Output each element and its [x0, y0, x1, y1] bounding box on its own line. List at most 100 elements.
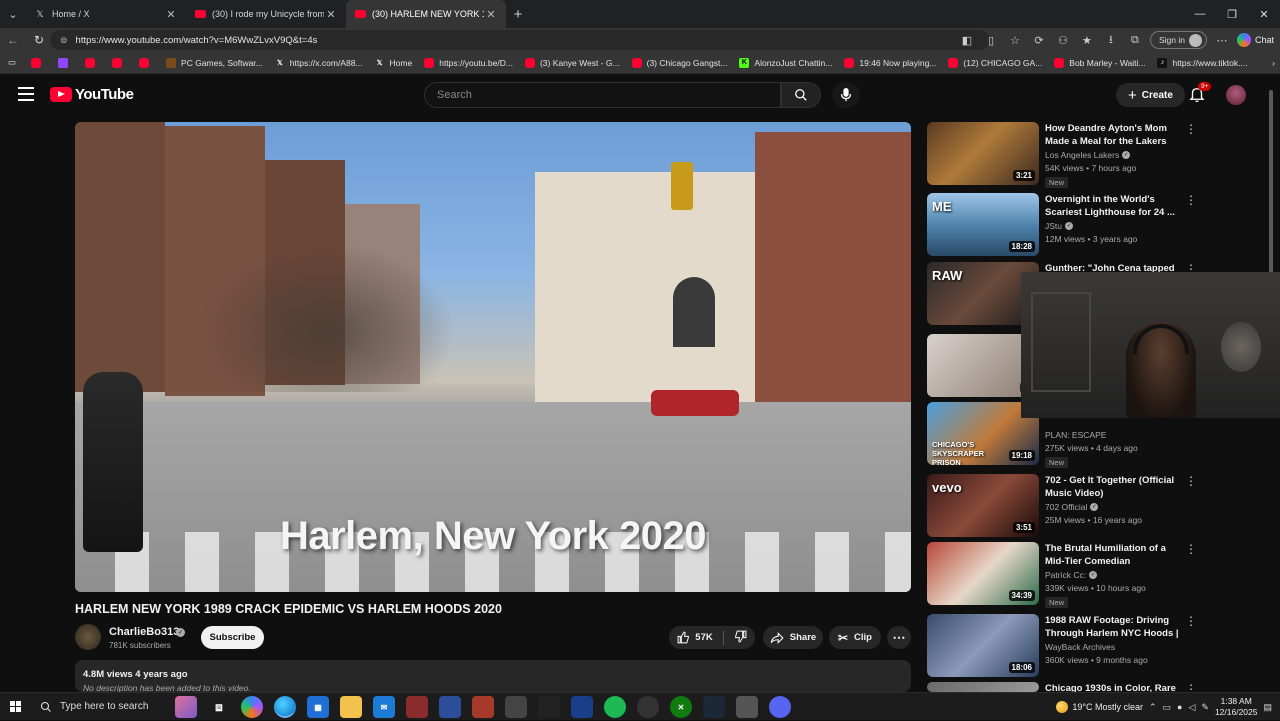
video-thumbnail[interactable]: 34:39	[927, 542, 1039, 605]
like-button[interactable]: 57K	[677, 631, 713, 644]
recommended-video-title[interactable]: Chicago 1930s in Color, Rare	[1045, 682, 1181, 692]
bookmark-item[interactable]: 𝕏 Home	[370, 54, 418, 72]
bookmark-item[interactable]: PC Games, Softwar...	[161, 54, 268, 72]
taskbar-search[interactable]: Type here to search	[30, 693, 170, 721]
more-vertical-icon[interactable]: ⋮	[1185, 194, 1197, 209]
description-box[interactable]: 4.8M views 4 years ago No description ha…	[75, 660, 911, 693]
collections-icon[interactable]: ⧉	[1126, 31, 1144, 49]
read-aloud-icon[interactable]: ◧	[958, 31, 976, 49]
new-tab-button[interactable]: +	[506, 6, 530, 23]
close-window-icon[interactable]: ✕	[1248, 0, 1280, 28]
chevron-up-icon[interactable]: ⌃	[1149, 702, 1157, 713]
bookmark-item[interactable]: https://youtu.be/D...	[419, 54, 518, 72]
recommended-video-title[interactable]: 1988 RAW Footage: Driving Through Harlem…	[1045, 614, 1181, 640]
youtube-logo[interactable]: YouTube	[50, 86, 134, 103]
volume-icon[interactable]: ◁	[1188, 702, 1195, 713]
recommended-video[interactable]: 34:39 The Brutal Humiliation of a Mid-Tie…	[927, 542, 1267, 608]
restore-icon[interactable]: ❐	[1216, 0, 1248, 28]
mail-icon[interactable]: ✉	[373, 696, 395, 718]
recommended-channel[interactable]: Patrick Cc: ✓	[1045, 570, 1098, 580]
video-thumbnail[interactable]: vevo 3:51	[927, 474, 1039, 537]
bookmark-item[interactable]	[134, 54, 159, 72]
recommended-video[interactable]: ME 18:28 Overnight in the World's Scariest…	[927, 193, 1267, 257]
bookmark-item[interactable]: ♪ https://www.tiktok....	[1152, 54, 1252, 72]
recommended-video[interactable]: 18:06 1988 RAW Footage: Driving Through H…	[927, 614, 1267, 678]
steam-icon[interactable]	[703, 696, 725, 718]
microphone-icon[interactable]: ●	[1177, 702, 1182, 712]
tab-home-x[interactable]: 𝕏 Home / X ✕	[26, 0, 186, 28]
video-thumbnail[interactable]: 18:06	[927, 614, 1039, 677]
close-tab-icon[interactable]: ✕	[164, 8, 178, 21]
obs-icon[interactable]	[637, 696, 659, 718]
split-screen-icon[interactable]: ▯	[982, 31, 1000, 49]
account-avatar[interactable]	[1226, 85, 1246, 105]
game-app-icon[interactable]	[406, 696, 428, 718]
game-app-icon[interactable]	[505, 696, 527, 718]
discord-icon[interactable]	[769, 696, 791, 718]
video-thumbnail[interactable]	[927, 682, 1039, 692]
more-menu-icon[interactable]: ⋯	[1213, 31, 1231, 49]
channel-avatar[interactable]	[75, 624, 101, 650]
clock[interactable]: 1:38 AM 12/16/2025	[1215, 696, 1258, 718]
bookmark-item[interactable]: K AlonzoJust Chattin...	[734, 54, 837, 72]
create-button[interactable]: + Create	[1116, 83, 1185, 107]
recommended-channel[interactable]: 702 Official ✓	[1045, 502, 1099, 512]
address-bar[interactable]: ⊜ https://www.youtube.com/watch?v=M6WwZL…	[50, 30, 990, 50]
more-actions-button[interactable]: ⋯	[887, 626, 911, 649]
bookmark-item[interactable]	[107, 54, 132, 72]
video-thumbnail[interactable]: ME 18:28	[927, 193, 1039, 256]
recommended-channel[interactable]: WayBack Archives	[1045, 642, 1115, 652]
more-vertical-icon[interactable]: ⋮	[1185, 123, 1197, 138]
reading-list-icon[interactable]: ▭	[6, 54, 24, 72]
bookmark-item[interactable]: (3) Chicago Gangst...	[627, 54, 733, 72]
spotify-icon[interactable]	[604, 696, 626, 718]
subscribe-button[interactable]: Subscribe	[201, 626, 264, 649]
task-view-icon[interactable]: ⧈	[208, 696, 230, 718]
bookmark-item[interactable]: (12) CHICAGO GA...	[943, 54, 1047, 72]
tab-unicycle-video[interactable]: (30) I rode my Unicycle from NYC ✕	[186, 0, 346, 28]
weather-widget[interactable]: 19°C Mostly clear	[1056, 701, 1143, 713]
bookmark-item[interactable]: 𝕏https://x.com/A88...	[270, 54, 368, 72]
network-icon[interactable]: ▭	[1163, 702, 1172, 713]
extensions-icon[interactable]: ⟳	[1030, 31, 1048, 49]
site-info-icon[interactable]: ⊜	[60, 35, 68, 46]
more-vertical-icon[interactable]: ⋮	[1185, 615, 1197, 630]
notifications-button[interactable]: 9+	[1188, 82, 1212, 105]
game-app-icon[interactable]	[538, 696, 560, 718]
copilot-app-icon[interactable]	[241, 696, 263, 718]
copilot-chat-button[interactable]: Chat	[1236, 33, 1274, 47]
recommended-video-title[interactable]: The Brutal Humiliation of a Mid-Tier Com…	[1045, 542, 1181, 568]
microsoft-store-icon[interactable]: ▦	[307, 696, 329, 718]
close-tab-icon[interactable]: ✕	[324, 8, 338, 21]
news-widget-icon[interactable]	[175, 696, 197, 718]
tab-harlem-video[interactable]: (30) HARLEM NEW YORK 1989 CR... ✕	[346, 0, 506, 28]
hamburger-menu-icon[interactable]	[18, 87, 34, 101]
favorite-star-icon[interactable]: ☆	[1006, 31, 1024, 49]
recommended-channel[interactable]: Los Angeles Lakers ✓	[1045, 150, 1131, 160]
start-button[interactable]	[0, 693, 30, 721]
favorites-icon[interactable]: ★	[1078, 31, 1096, 49]
pen-icon[interactable]: ✎	[1201, 702, 1209, 713]
voice-search-button[interactable]	[832, 82, 860, 108]
channel-name[interactable]: CharlieBo313	[109, 626, 179, 638]
game-app-icon[interactable]	[571, 696, 593, 718]
video-thumbnail[interactable]: 3:21	[927, 122, 1039, 185]
recommended-channel[interactable]: PLAN: ESCAPE	[1045, 430, 1106, 440]
recommended-video-title[interactable]: 702 - Get It Together (Official Music Vi…	[1045, 474, 1181, 500]
recommended-video-title[interactable]: How Deandre Ayton's Mom Made a Meal for …	[1045, 122, 1181, 148]
xbox-icon[interactable]: ✕	[670, 696, 692, 718]
search-button[interactable]	[781, 82, 821, 108]
file-explorer-icon[interactable]	[340, 696, 362, 718]
game-app-icon[interactable]	[439, 696, 461, 718]
reload-icon[interactable]: ↻	[26, 33, 52, 47]
browser-essentials-icon[interactable]: ⚇	[1054, 31, 1072, 49]
video-player[interactable]: Harlem, New York 2020	[75, 122, 911, 592]
more-vertical-icon[interactable]: ⋮	[1185, 543, 1197, 558]
bookmark-item[interactable]	[80, 54, 105, 72]
app-window-icon[interactable]	[736, 696, 758, 718]
recommended-video-title[interactable]: Overnight in the World's Scariest Lighth…	[1045, 193, 1181, 219]
share-button[interactable]: Share	[763, 626, 823, 649]
dislike-button[interactable]	[734, 630, 747, 646]
recommended-channel[interactable]: JStu ✓	[1045, 221, 1074, 231]
game-app-icon[interactable]	[472, 696, 494, 718]
